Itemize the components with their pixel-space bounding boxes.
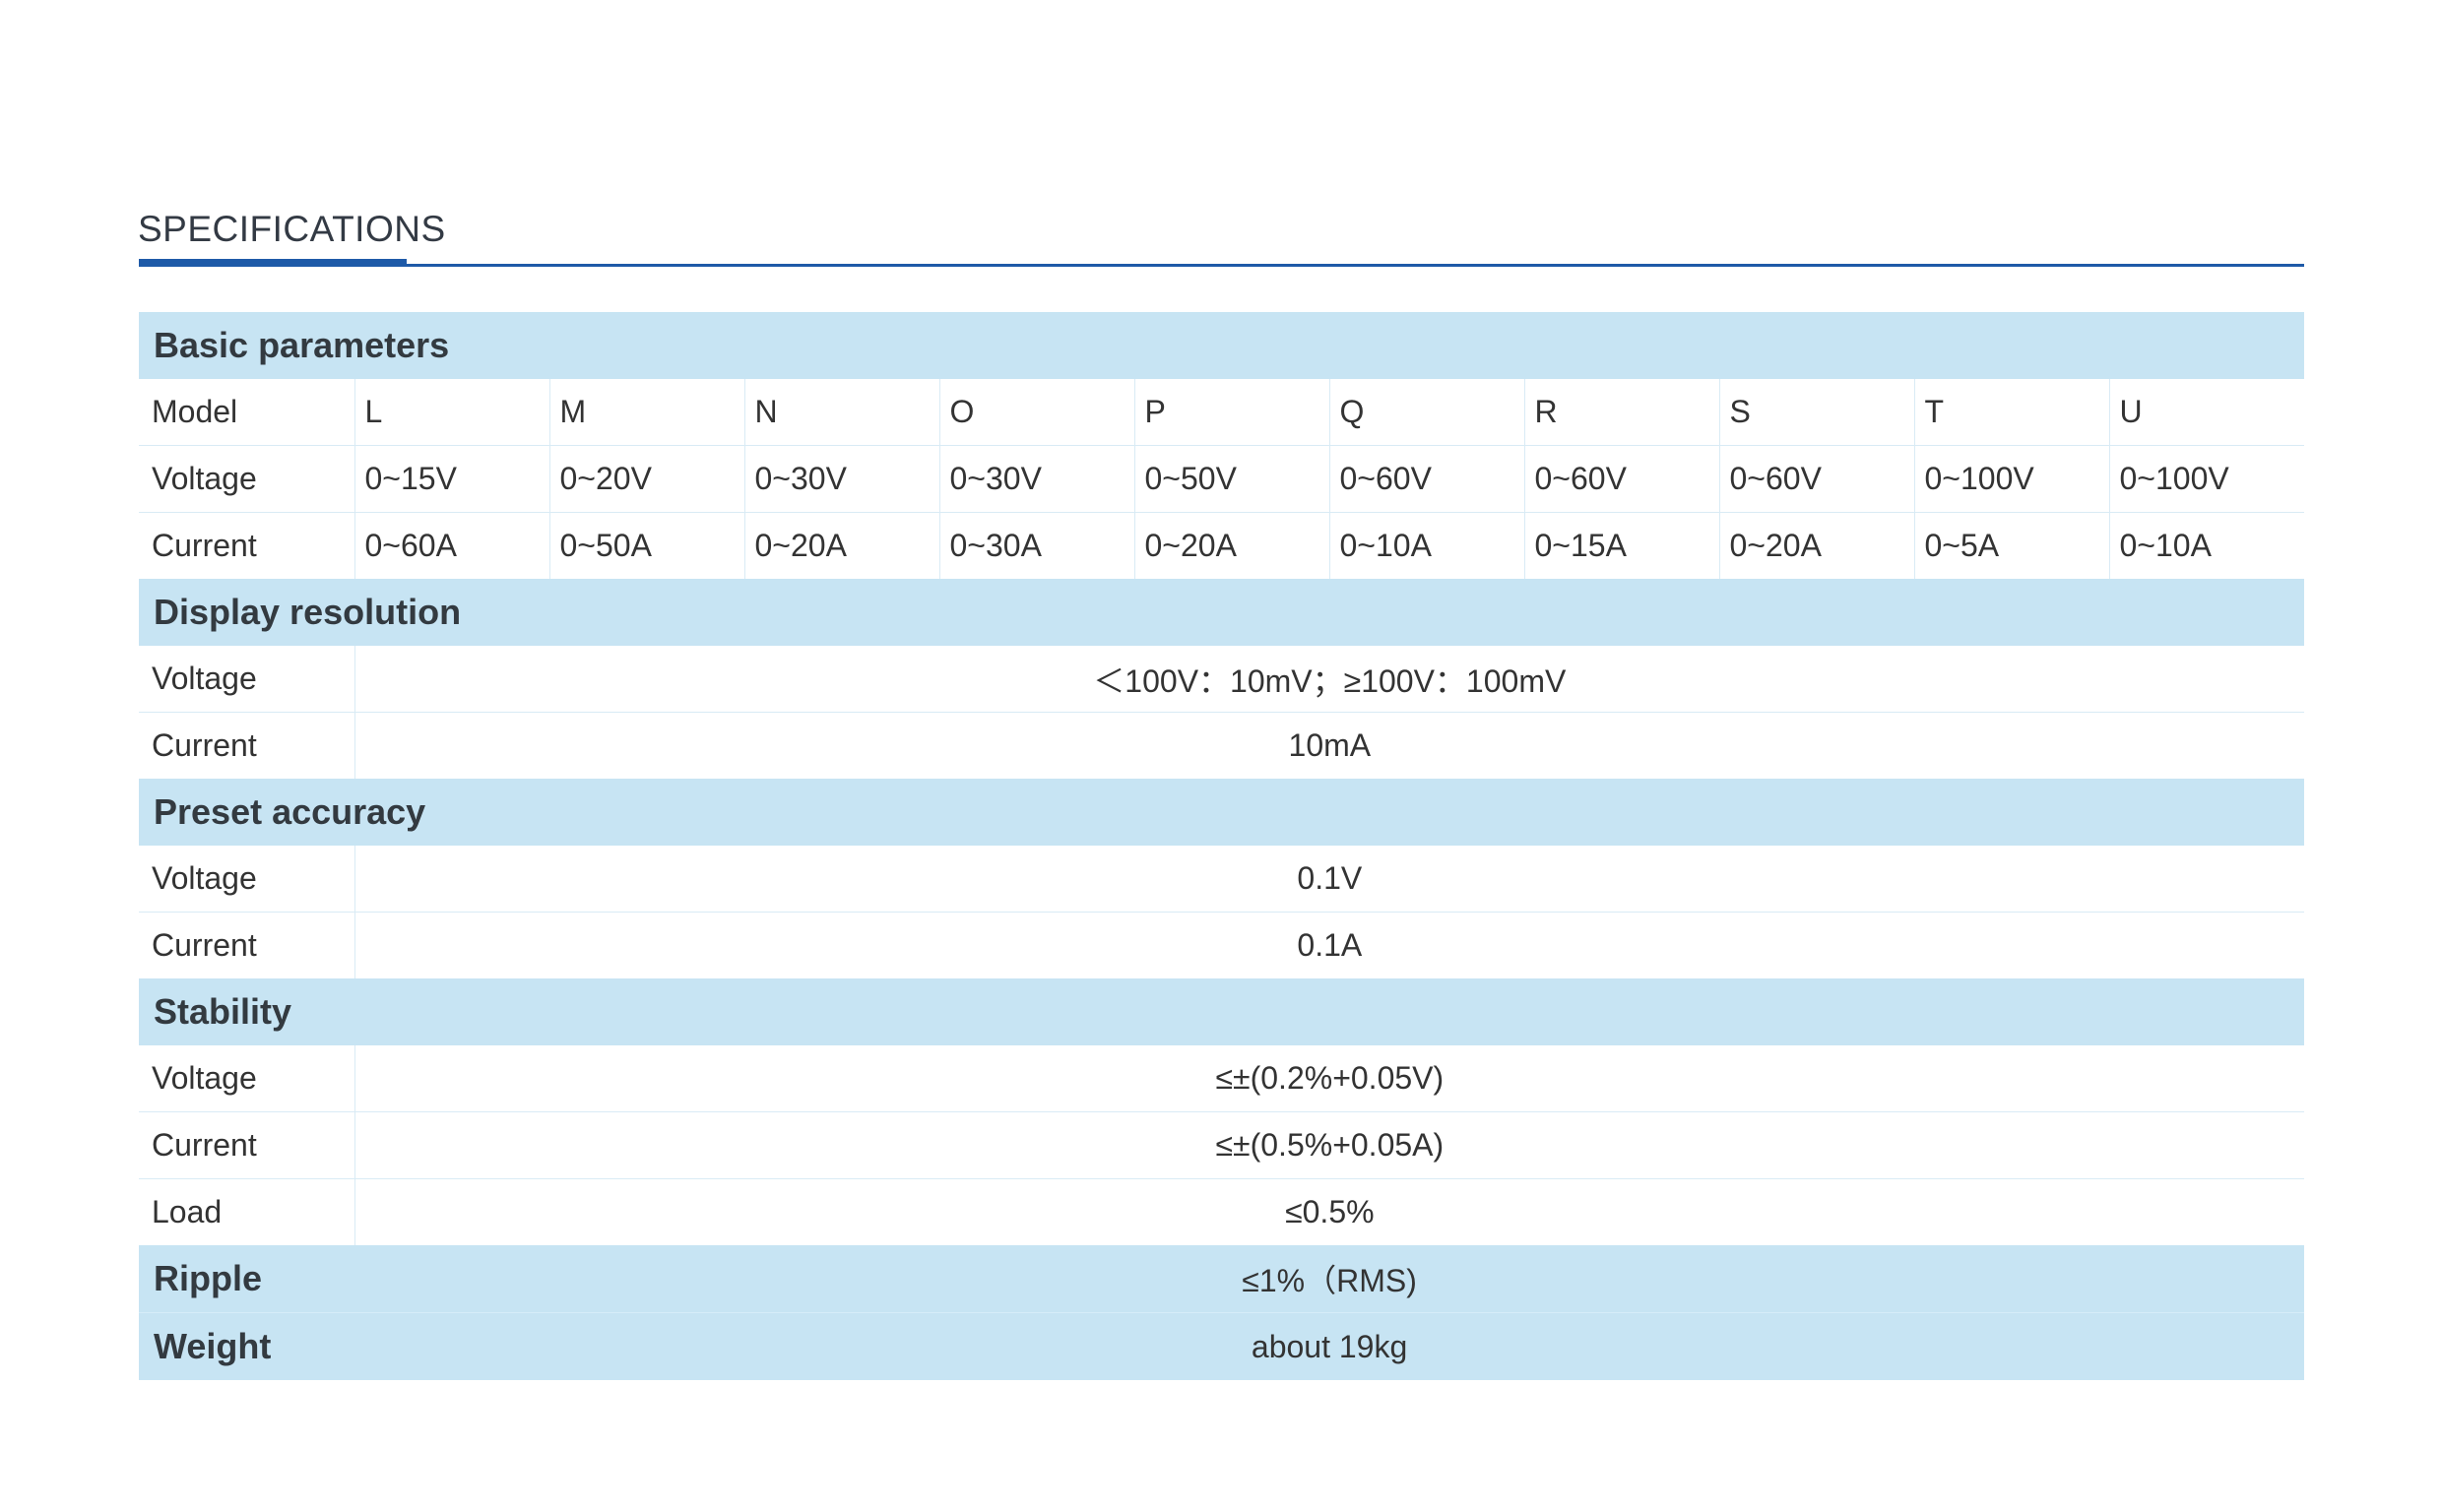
row-label-voltage: Voltage (139, 846, 355, 913)
row-label-weight: Weight (139, 1312, 354, 1380)
section-stability: Stability (139, 978, 2305, 1045)
table-row-model: Model L M N O P Q R S T U (139, 379, 2305, 446)
row-label-load: Load (139, 1178, 355, 1245)
voltage-cell: 0~30V (939, 445, 1135, 513)
voltage-cell: 0~15V (354, 445, 550, 513)
row-label-current: Current (139, 512, 355, 579)
resolution-voltage-value: ＜100V：10mV；≥100V：100mV (354, 646, 2305, 713)
table-row-current-range: Current 0~60A 0~50A 0~20A 0~30A 0~20A 0~… (139, 512, 2304, 579)
weight-value: about 19kg (354, 1312, 2305, 1380)
model-cell: S (1719, 379, 1915, 446)
model-cell: M (549, 379, 745, 446)
accuracy-current-value: 0.1A (1297, 927, 1363, 963)
stability-voltage-value: ≤±(0.2%+0.05V) (354, 1045, 2305, 1112)
model-cell: Q (1329, 379, 1525, 446)
specifications-table: Basic parameters Model L M N O P Q R S T… (139, 312, 2305, 1380)
current-cell: 0~20A (744, 512, 940, 579)
table-row-stability-voltage: Voltage ≤±(0.2%+0.05V) (139, 1045, 2305, 1112)
table-row-accuracy-current: Current 0.1A (139, 912, 2304, 978)
stability-load-value: ≤0.5% (1285, 1194, 1375, 1229)
model-cell: L (354, 379, 550, 446)
table-row-voltage-range: Voltage 0~15V 0~20V 0~30V 0~30V 0~50V 0~… (139, 445, 2305, 513)
table-row-accuracy-voltage: Voltage 0.1V (139, 846, 2305, 913)
resolution-current-value: 10mA (1288, 727, 1372, 763)
current-cell: 0~10A (1329, 512, 1525, 579)
voltage-cell: 0~100V (2109, 445, 2305, 513)
current-cell: 0~10A (2119, 528, 2212, 563)
section-title: Display resolution (139, 579, 2305, 646)
voltage-cell: 0~30V (744, 445, 940, 513)
table-row-stability-load: Load ≤0.5% (139, 1178, 2304, 1245)
table-row-stability-current: Current ≤±(0.5%+0.05A) (139, 1111, 2305, 1179)
table-row-resolution-current: Current 10mA (139, 712, 2304, 779)
row-label-voltage: Voltage (139, 445, 355, 513)
row-label-current: Current (139, 912, 355, 978)
voltage-cell: 0~60V (1719, 445, 1915, 513)
voltage-cell: 0~20V (549, 445, 745, 513)
model-cell: N (744, 379, 940, 446)
title-underline (139, 264, 2304, 267)
current-cell: 0~15A (1524, 512, 1720, 579)
section-title: Preset accuracy (139, 779, 2305, 846)
current-cell: 0~20A (1134, 512, 1330, 579)
row-label-ripple: Ripple (139, 1245, 354, 1313)
current-cell: 0~50A (549, 512, 745, 579)
model-cell: R (1524, 379, 1720, 446)
model-cell: P (1134, 379, 1330, 446)
row-label-current: Current (139, 1111, 355, 1179)
page-title: SPECIFICATIONS (138, 209, 446, 249)
voltage-cell: 0~50V (1134, 445, 1330, 513)
row-label-voltage: Voltage (139, 1045, 355, 1112)
voltage-cell: 0~60V (1329, 445, 1525, 513)
table-row-ripple: Ripple ≤1%（RMS) (139, 1245, 2305, 1313)
section-display-resolution: Display resolution (139, 579, 2305, 646)
row-label-voltage: Voltage (139, 646, 355, 713)
section-title: Basic parameters (139, 312, 2305, 379)
model-cell: U (2109, 379, 2305, 446)
section-title: Stability (139, 978, 2305, 1045)
model-cell: T (1914, 379, 2110, 446)
current-cell: 0~60A (354, 512, 550, 579)
current-cell: 0~5A (1914, 512, 2110, 579)
stability-current-value: ≤±(0.5%+0.05A) (354, 1111, 2305, 1179)
accuracy-voltage-value: 0.1V (354, 846, 2305, 913)
model-cell: O (939, 379, 1135, 446)
row-label-model: Model (139, 379, 355, 446)
current-cell: 0~30A (939, 512, 1135, 579)
section-preset-accuracy: Preset accuracy (139, 779, 2305, 846)
row-label-current: Current (139, 712, 355, 779)
title-underline-accent (139, 259, 407, 267)
voltage-cell: 0~100V (1914, 445, 2110, 513)
voltage-cell: 0~60V (1524, 445, 1720, 513)
section-basic-parameters: Basic parameters (139, 312, 2305, 379)
current-cell: 0~20A (1719, 512, 1915, 579)
table-row-resolution-voltage: Voltage ＜100V：10mV；≥100V：100mV (139, 646, 2305, 713)
table-row-weight: Weight about 19kg (139, 1312, 2305, 1380)
ripple-value: ≤1%（RMS) (354, 1245, 2305, 1313)
